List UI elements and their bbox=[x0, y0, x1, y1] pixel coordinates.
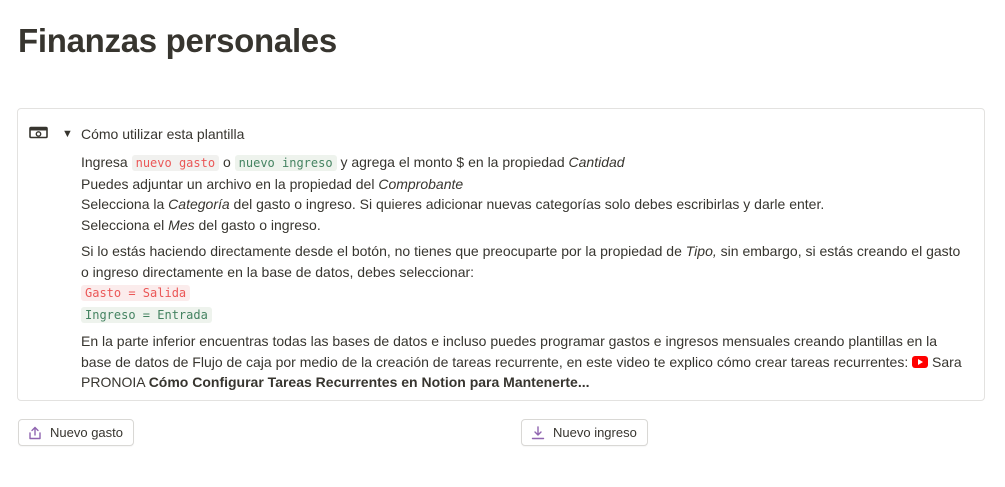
nuevo-ingreso-label: Nuevo ingreso bbox=[553, 425, 637, 440]
code-line-ingreso: Ingreso = Entrada bbox=[81, 304, 971, 326]
youtube-icon[interactable] bbox=[912, 355, 929, 368]
inline-code-nuevo-ingreso: nuevo ingreso bbox=[234, 155, 337, 171]
inline-code-gasto-salida: Gasto = Salida bbox=[81, 285, 191, 301]
toggle-content: Ingresa nuevo gasto o nuevo ingreso y ag… bbox=[81, 152, 971, 393]
instruction-line-1: Ingresa nuevo gasto o nuevo ingreso y ag… bbox=[81, 154, 625, 171]
upload-icon bbox=[29, 426, 41, 439]
money-icon[interactable] bbox=[29, 126, 48, 140]
toggle-title[interactable]: Cómo utilizar esta plantilla bbox=[81, 126, 244, 142]
instruction-line-2: Puedes adjuntar un archivo en la propied… bbox=[81, 175, 464, 192]
instruction-paragraph-2: Si lo estás haciendo directamente desde … bbox=[81, 243, 961, 280]
nuevo-ingreso-button[interactable]: Nuevo ingreso bbox=[521, 419, 648, 446]
inline-code-nuevo-gasto: nuevo gasto bbox=[131, 155, 220, 171]
page-title: Finanzas personales bbox=[18, 22, 337, 59]
inline-code-ingreso-entrada: Ingreso = Entrada bbox=[81, 306, 212, 323]
toggle-triangle-icon[interactable]: ▼ bbox=[62, 128, 73, 140]
instruction-line-4: Selecciona el Mes del gasto o ingreso. bbox=[81, 216, 321, 233]
nuevo-gasto-button[interactable]: Nuevo gasto bbox=[18, 419, 134, 446]
instruction-paragraph-3: En la parte inferior encuentras todas la… bbox=[81, 333, 962, 390]
code-line-gasto: Gasto = Salida bbox=[81, 282, 971, 304]
download-icon bbox=[531, 425, 545, 439]
instruction-line-3: Selecciona la Categoría del gasto o ingr… bbox=[81, 196, 825, 212]
instructions-callout: ▼ Cómo utilizar esta plantilla Ingresa n… bbox=[17, 108, 985, 401]
nuevo-gasto-label: Nuevo gasto bbox=[50, 425, 123, 440]
video-link[interactable]: Cómo Configurar Tareas Recurrentes en No… bbox=[149, 374, 590, 390]
